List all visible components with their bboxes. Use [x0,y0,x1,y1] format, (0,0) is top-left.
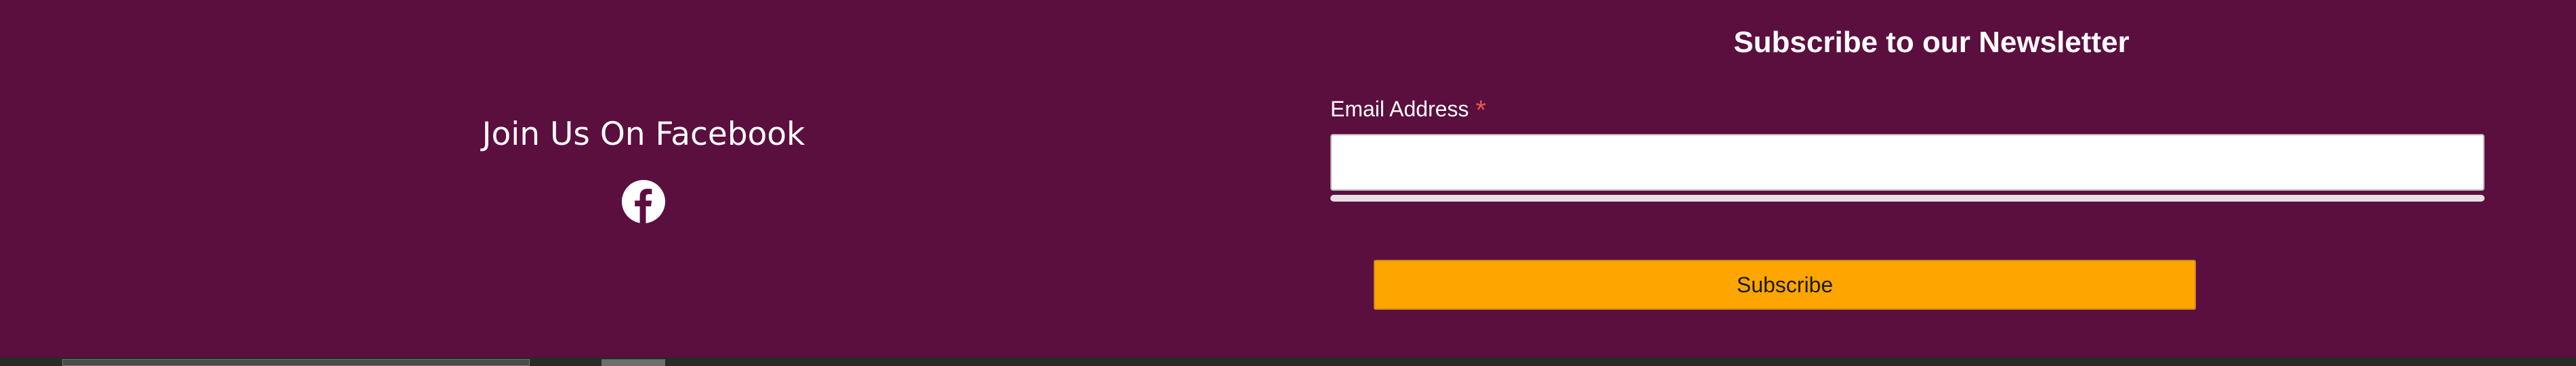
required-mark: * [1475,95,1487,125]
email-field[interactable] [1330,134,2485,191]
facebook-link[interactable] [622,180,665,223]
newsletter-form: Subscribe to our Newsletter Email Addres… [1287,0,2576,357]
email-label: Email Address * [1330,95,1486,124]
facebook-icon [622,180,665,223]
email-label-text: Email Address [1330,97,1469,121]
bottom-strip-segment [62,359,530,366]
newsletter-title: Subscribe to our Newsletter [1733,26,2130,59]
bottom-strip-handle [601,359,665,366]
facebook-heading: Join Us On Facebook [482,116,805,153]
email-field-underline [1330,195,2485,202]
facebook-block: Join Us On Facebook [0,0,1287,357]
footer-section: Join Us On Facebook Subscribe to our New… [0,0,2576,357]
subscribe-button[interactable]: Subscribe [1374,260,2196,310]
